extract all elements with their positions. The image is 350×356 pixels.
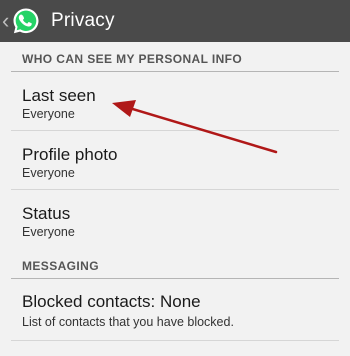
setting-value: List of contacts that you have blocked. (22, 315, 234, 329)
setting-profile-photo[interactable]: Profile photo Everyone (0, 131, 350, 190)
setting-value: Everyone (22, 107, 75, 121)
section-header-label: MESSAGING (22, 259, 99, 273)
setting-last-seen[interactable]: Last seen Everyone (0, 72, 350, 131)
action-bar: ‹ Privacy (0, 0, 350, 42)
section-header-label: WHO CAN SEE MY PERSONAL INFO (22, 52, 243, 66)
setting-blocked-contacts[interactable]: Blocked contacts: None List of contacts … (0, 282, 350, 342)
section-header-personal-info: WHO CAN SEE MY PERSONAL INFO (0, 42, 350, 72)
setting-title: Last seen (22, 86, 96, 105)
up-navigation-button[interactable]: ‹ (0, 0, 41, 42)
privacy-screen: ‹ Privacy WHO CAN SEE MY PERSONAL INFO L… (0, 0, 350, 356)
item-divider (11, 340, 339, 341)
setting-value: Everyone (22, 166, 75, 180)
back-chevron-icon: ‹ (2, 8, 10, 33)
section-divider (11, 278, 339, 279)
screen-title: Privacy (51, 10, 115, 31)
setting-status[interactable]: Status Everyone (0, 190, 350, 249)
setting-title: Profile photo (22, 145, 118, 164)
section-header-messaging: MESSAGING (0, 252, 350, 282)
setting-title: Status (22, 204, 71, 223)
setting-value: Everyone (22, 225, 75, 239)
setting-title: Blocked contacts: None (22, 292, 201, 311)
whatsapp-logo-icon (13, 8, 39, 34)
